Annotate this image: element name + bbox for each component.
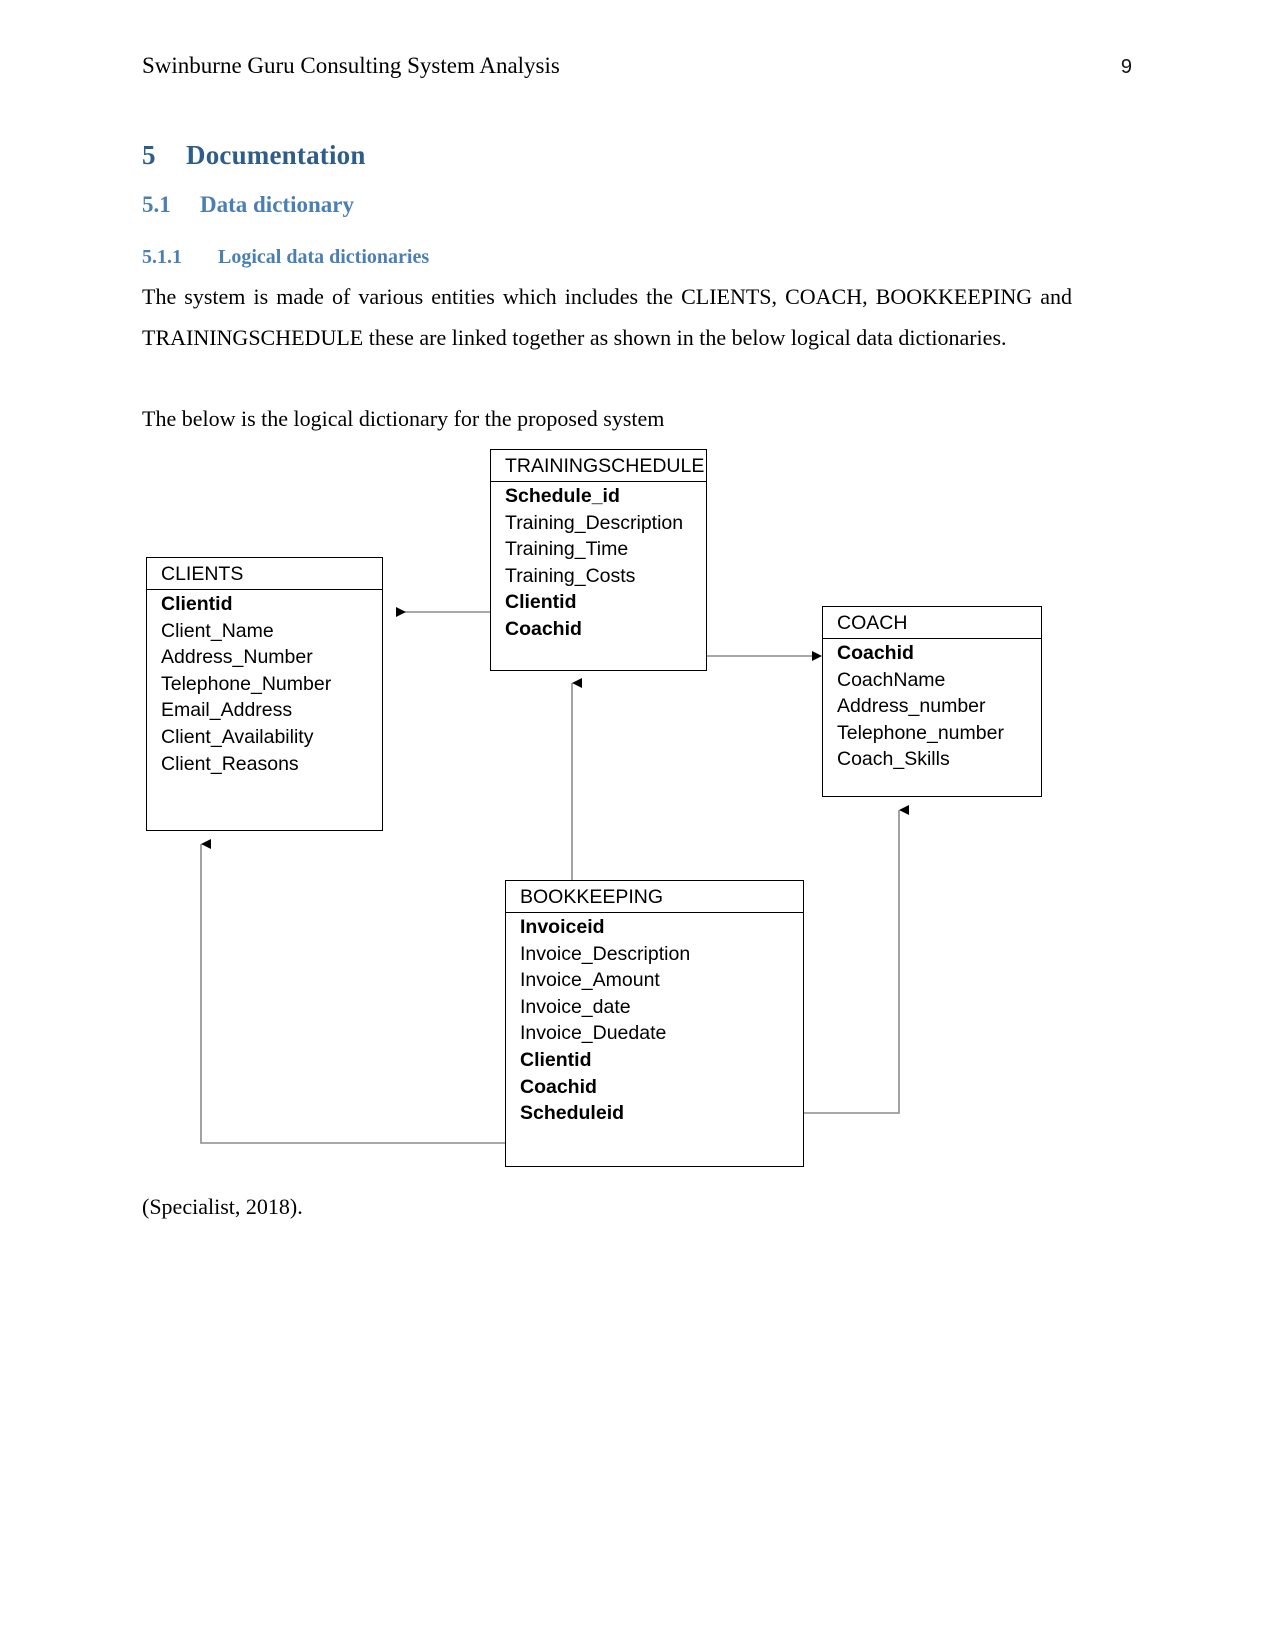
entity-title-bookkeeping: BOOKKEEPING bbox=[506, 881, 803, 913]
running-header: Swinburne Guru Consulting System Analysi… bbox=[142, 52, 1132, 80]
entity-field: Scheduleid bbox=[520, 1102, 625, 1125]
heading-documentation: 5 Documentation bbox=[142, 140, 366, 171]
entity-field: Training_Costs bbox=[505, 564, 636, 587]
document-page: Swinburne Guru Consulting System Analysi… bbox=[0, 0, 1275, 1651]
entity-field: Invoiceid bbox=[520, 916, 605, 938]
heading-3-text: Logical data dictionaries bbox=[218, 246, 430, 268]
heading-2-text: Data dictionary bbox=[200, 192, 354, 217]
entity-field: Client_Reasons bbox=[161, 752, 299, 775]
entity-box-clients: CLIENTS Clientid Client_Name Address_Num… bbox=[146, 557, 383, 831]
entity-field: Coachid bbox=[520, 1075, 597, 1098]
entity-field: Invoice_date bbox=[520, 995, 631, 1018]
entity-field: Invoice_Description bbox=[520, 942, 691, 965]
body-paragraph-2: The below is the logical dictionary for … bbox=[142, 406, 665, 431]
heading-data-dictionary: 5.1 Data dictionary bbox=[142, 192, 354, 218]
entity-box-coach: COACH Coachid CoachName Address_number T… bbox=[822, 606, 1042, 797]
entity-field: Telephone_Number bbox=[161, 672, 332, 695]
entity-field: CoachName bbox=[837, 668, 946, 691]
entity-field: Coach_Skills bbox=[837, 748, 950, 771]
entity-fields-clients: Clientid Client_Name Address_Number Tele… bbox=[147, 590, 382, 777]
document-title: Swinburne Guru Consulting System Analysi… bbox=[142, 53, 560, 78]
figure-citation: (Specialist, 2018). bbox=[142, 1194, 303, 1219]
entity-title-clients: CLIENTS bbox=[147, 558, 382, 590]
entity-field: Training_Time bbox=[505, 538, 629, 561]
entity-box-bookkeeping: BOOKKEEPING Invoiceid Invoice_Descriptio… bbox=[505, 880, 804, 1167]
entity-field: Training_Description bbox=[505, 511, 684, 534]
entity-field: Clientid bbox=[505, 591, 577, 614]
connector-bookkeeping-to-clients bbox=[200, 839, 505, 1144]
entity-title-coach: COACH bbox=[823, 607, 1041, 639]
heading-1-text: Documentation bbox=[186, 140, 366, 170]
entity-field: Email_Address bbox=[161, 699, 293, 722]
heading-2-number: 5.1 bbox=[142, 192, 171, 217]
entity-box-trainingschedule: TRAININGSCHEDULE Schedule_id Training_De… bbox=[490, 449, 707, 671]
entity-field: Client_Availability bbox=[161, 725, 314, 748]
entity-fields-trainingschedule: Schedule_id Training_Description Trainin… bbox=[491, 482, 706, 643]
body-paragraph-1: The system is made of various entities w… bbox=[142, 284, 1072, 350]
entity-field: Schedule_id bbox=[505, 485, 620, 507]
heading-logical-data-dictionaries: 5.1.1 Logical data dictionaries bbox=[142, 246, 429, 269]
entity-field: Coachid bbox=[505, 617, 582, 640]
entity-field: Invoice_Amount bbox=[520, 969, 660, 992]
entity-fields-bookkeeping: Invoiceid Invoice_Description Invoice_Am… bbox=[506, 913, 803, 1127]
entity-title-trainingschedule: TRAININGSCHEDULE bbox=[491, 450, 706, 482]
entity-field: Telephone_number bbox=[837, 721, 1004, 744]
entity-fields-coach: Coachid CoachName Address_number Telepho… bbox=[823, 639, 1041, 773]
entity-field: Clientid bbox=[520, 1048, 592, 1071]
entity-field: Address_number bbox=[837, 695, 986, 718]
entity-field: Client_Name bbox=[161, 619, 274, 642]
heading-1-number: 5 bbox=[142, 140, 156, 170]
connector-bookkeeping-to-coach bbox=[804, 805, 909, 1114]
entity-field: Address_Number bbox=[161, 646, 313, 669]
entity-field: Invoice_Duedate bbox=[520, 1022, 667, 1045]
entity-field: Clientid bbox=[161, 593, 233, 615]
heading-3-number: 5.1.1 bbox=[142, 246, 182, 268]
entity-field: Coachid bbox=[837, 642, 914, 664]
page-number: 9 bbox=[1120, 56, 1132, 78]
